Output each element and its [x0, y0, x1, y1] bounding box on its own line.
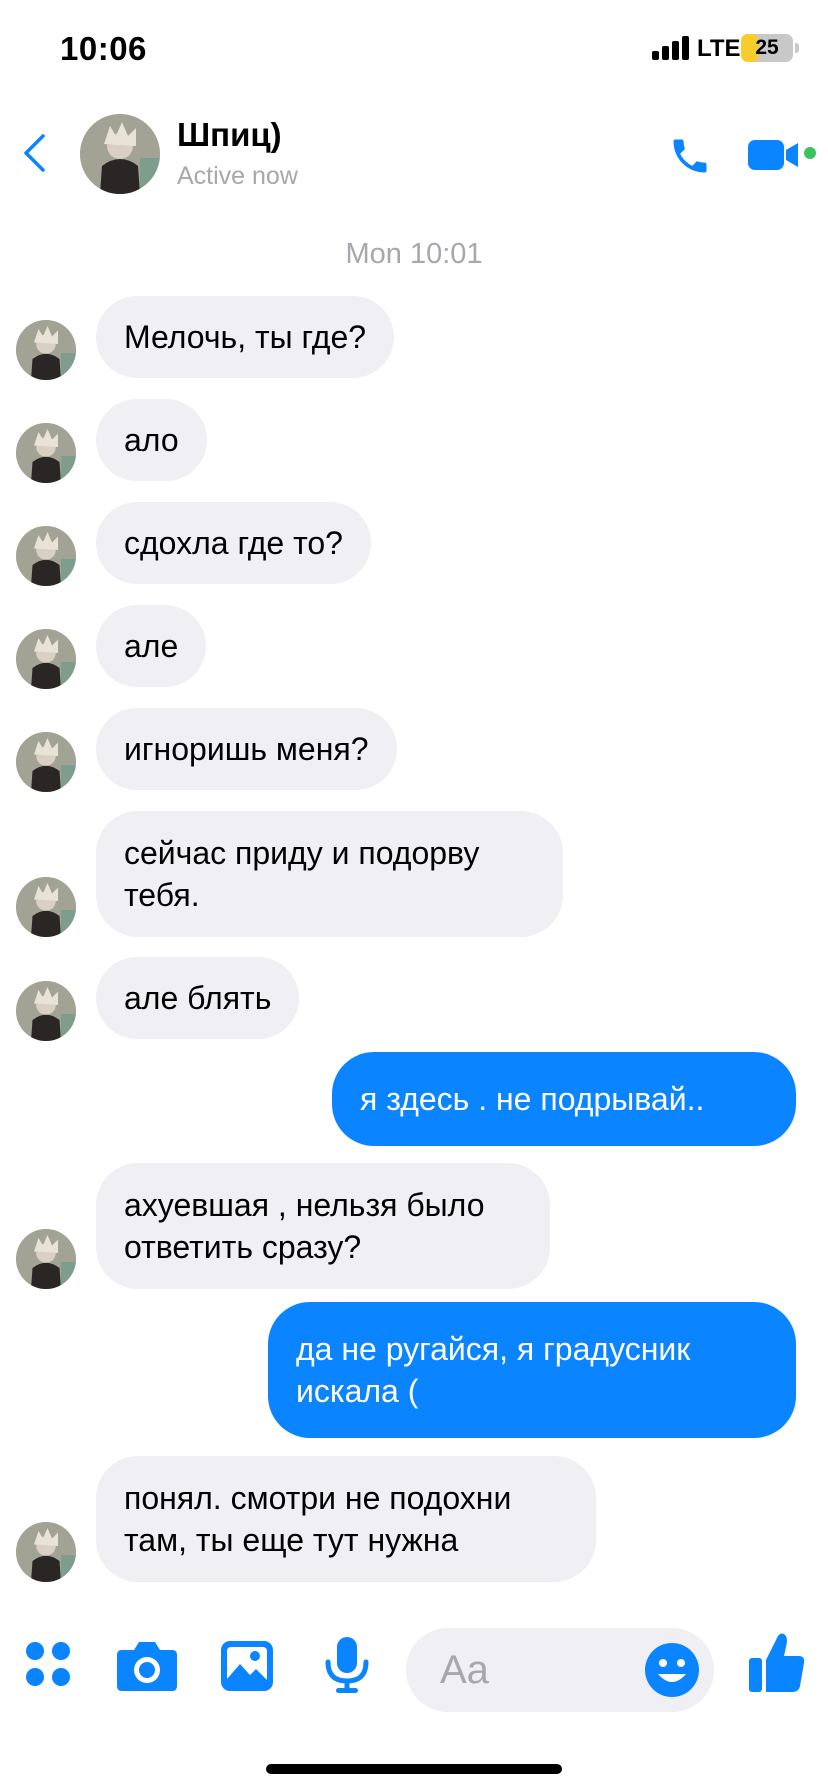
voice-call-button[interactable]	[668, 134, 712, 178]
status-bar: 10:06 LTE 25	[0, 0, 828, 100]
message-row: я здесь . не подрывай..	[0, 1052, 828, 1146]
network-type: LTE	[697, 35, 741, 62]
avatar-image	[16, 526, 76, 586]
phone-icon	[673, 139, 707, 173]
contact-avatar[interactable]	[80, 114, 160, 194]
avatar-image	[16, 629, 76, 689]
photo-gallery-icon	[221, 1641, 273, 1691]
back-button[interactable]	[14, 128, 54, 178]
received-message-bubble[interactable]: Мелочь, ты где?	[96, 296, 395, 378]
contact-avatar-small	[16, 877, 76, 937]
avatar-image	[16, 423, 76, 483]
received-message-bubble[interactable]: ало	[96, 399, 207, 481]
active-status-dot	[804, 147, 816, 159]
received-message-bubble[interactable]: понял. смотри не подохни там, ты еще тут…	[96, 1456, 596, 1582]
received-message-bubble[interactable]: ахуевшая , нельзя было ответить сразу?	[96, 1163, 550, 1289]
gallery-button[interactable]	[220, 1640, 274, 1697]
battery-level: 25	[755, 36, 779, 59]
contact-avatar-small	[16, 1229, 76, 1289]
camera-button[interactable]	[116, 1638, 178, 1697]
emoji-button[interactable]	[644, 1642, 700, 1703]
received-message-bubble[interactable]: сдохла где то?	[96, 502, 371, 584]
message-row: сдохла где то?	[0, 502, 828, 586]
avatar-image	[16, 877, 76, 937]
message-row: да не ругайся, я градусник искала (	[0, 1302, 828, 1438]
camera-icon	[117, 1642, 177, 1691]
received-message-bubble[interactable]: сейчас приду и подорву тебя.	[96, 811, 563, 937]
home-indicator[interactable]	[266, 1764, 562, 1774]
messenger-chat-screen: 10:06 LTE 25 Шпиц) Active now Mon 10:01 …	[0, 0, 828, 1792]
contact-name[interactable]: Шпиц)	[177, 116, 282, 154]
microphone-icon	[325, 1637, 369, 1693]
avatar-image	[16, 732, 76, 792]
message-row: але	[0, 605, 828, 689]
back-chevron-icon	[24, 134, 45, 172]
message-row: але блять	[0, 957, 828, 1041]
message-row: игноришь меня?	[0, 708, 828, 792]
message-row: ало	[0, 399, 828, 483]
avatar-image	[16, 320, 76, 380]
emoji-icon	[645, 1643, 699, 1697]
battery-cap	[795, 43, 799, 53]
battery-icon: 25	[741, 34, 793, 62]
contact-avatar-small	[16, 423, 76, 483]
contact-status: Active now	[177, 162, 298, 190]
sent-message-bubble[interactable]: я здесь . не подрывай..	[332, 1052, 796, 1146]
message-row: понял. смотри не подохни там, ты еще тут…	[0, 1456, 828, 1582]
received-message-bubble[interactable]: игноришь меня?	[96, 708, 397, 790]
contact-avatar-small	[16, 981, 76, 1041]
message-input[interactable]	[440, 1646, 620, 1694]
contact-avatar-small	[16, 320, 76, 380]
received-message-bubble[interactable]: але	[96, 605, 207, 687]
message-composer	[0, 1620, 828, 1720]
message-row: ахуевшая , нельзя было ответить сразу?	[0, 1163, 828, 1289]
sent-message-bubble[interactable]: да не ругайся, я градусник искала (	[268, 1302, 796, 1438]
like-button[interactable]	[748, 1632, 806, 1699]
signal-strength-icon	[652, 36, 692, 60]
apps-grid-icon	[26, 1642, 70, 1686]
received-message-bubble[interactable]: але блять	[96, 957, 300, 1039]
contact-avatar-small	[16, 526, 76, 586]
message-row: сейчас приду и подорву тебя.	[0, 811, 828, 937]
video-camera-icon	[748, 140, 798, 170]
apps-button[interactable]	[24, 1640, 72, 1693]
avatar-image	[80, 114, 160, 194]
message-input-container[interactable]	[406, 1628, 714, 1712]
conversation-timestamp: Mon 10:01	[345, 238, 483, 270]
contact-avatar-small	[16, 732, 76, 792]
video-call-button[interactable]	[748, 134, 808, 174]
voice-message-button[interactable]	[324, 1636, 370, 1699]
thumbs-up-icon	[749, 1633, 805, 1692]
status-time: 10:06	[60, 30, 147, 67]
avatar-image	[16, 1522, 76, 1582]
avatar-image	[16, 1229, 76, 1289]
contact-avatar-small	[16, 1522, 76, 1582]
chat-header: Шпиц) Active now	[0, 100, 828, 210]
contact-avatar-small	[16, 629, 76, 689]
avatar-image	[16, 981, 76, 1041]
message-row: Мелочь, ты где?	[0, 296, 828, 380]
